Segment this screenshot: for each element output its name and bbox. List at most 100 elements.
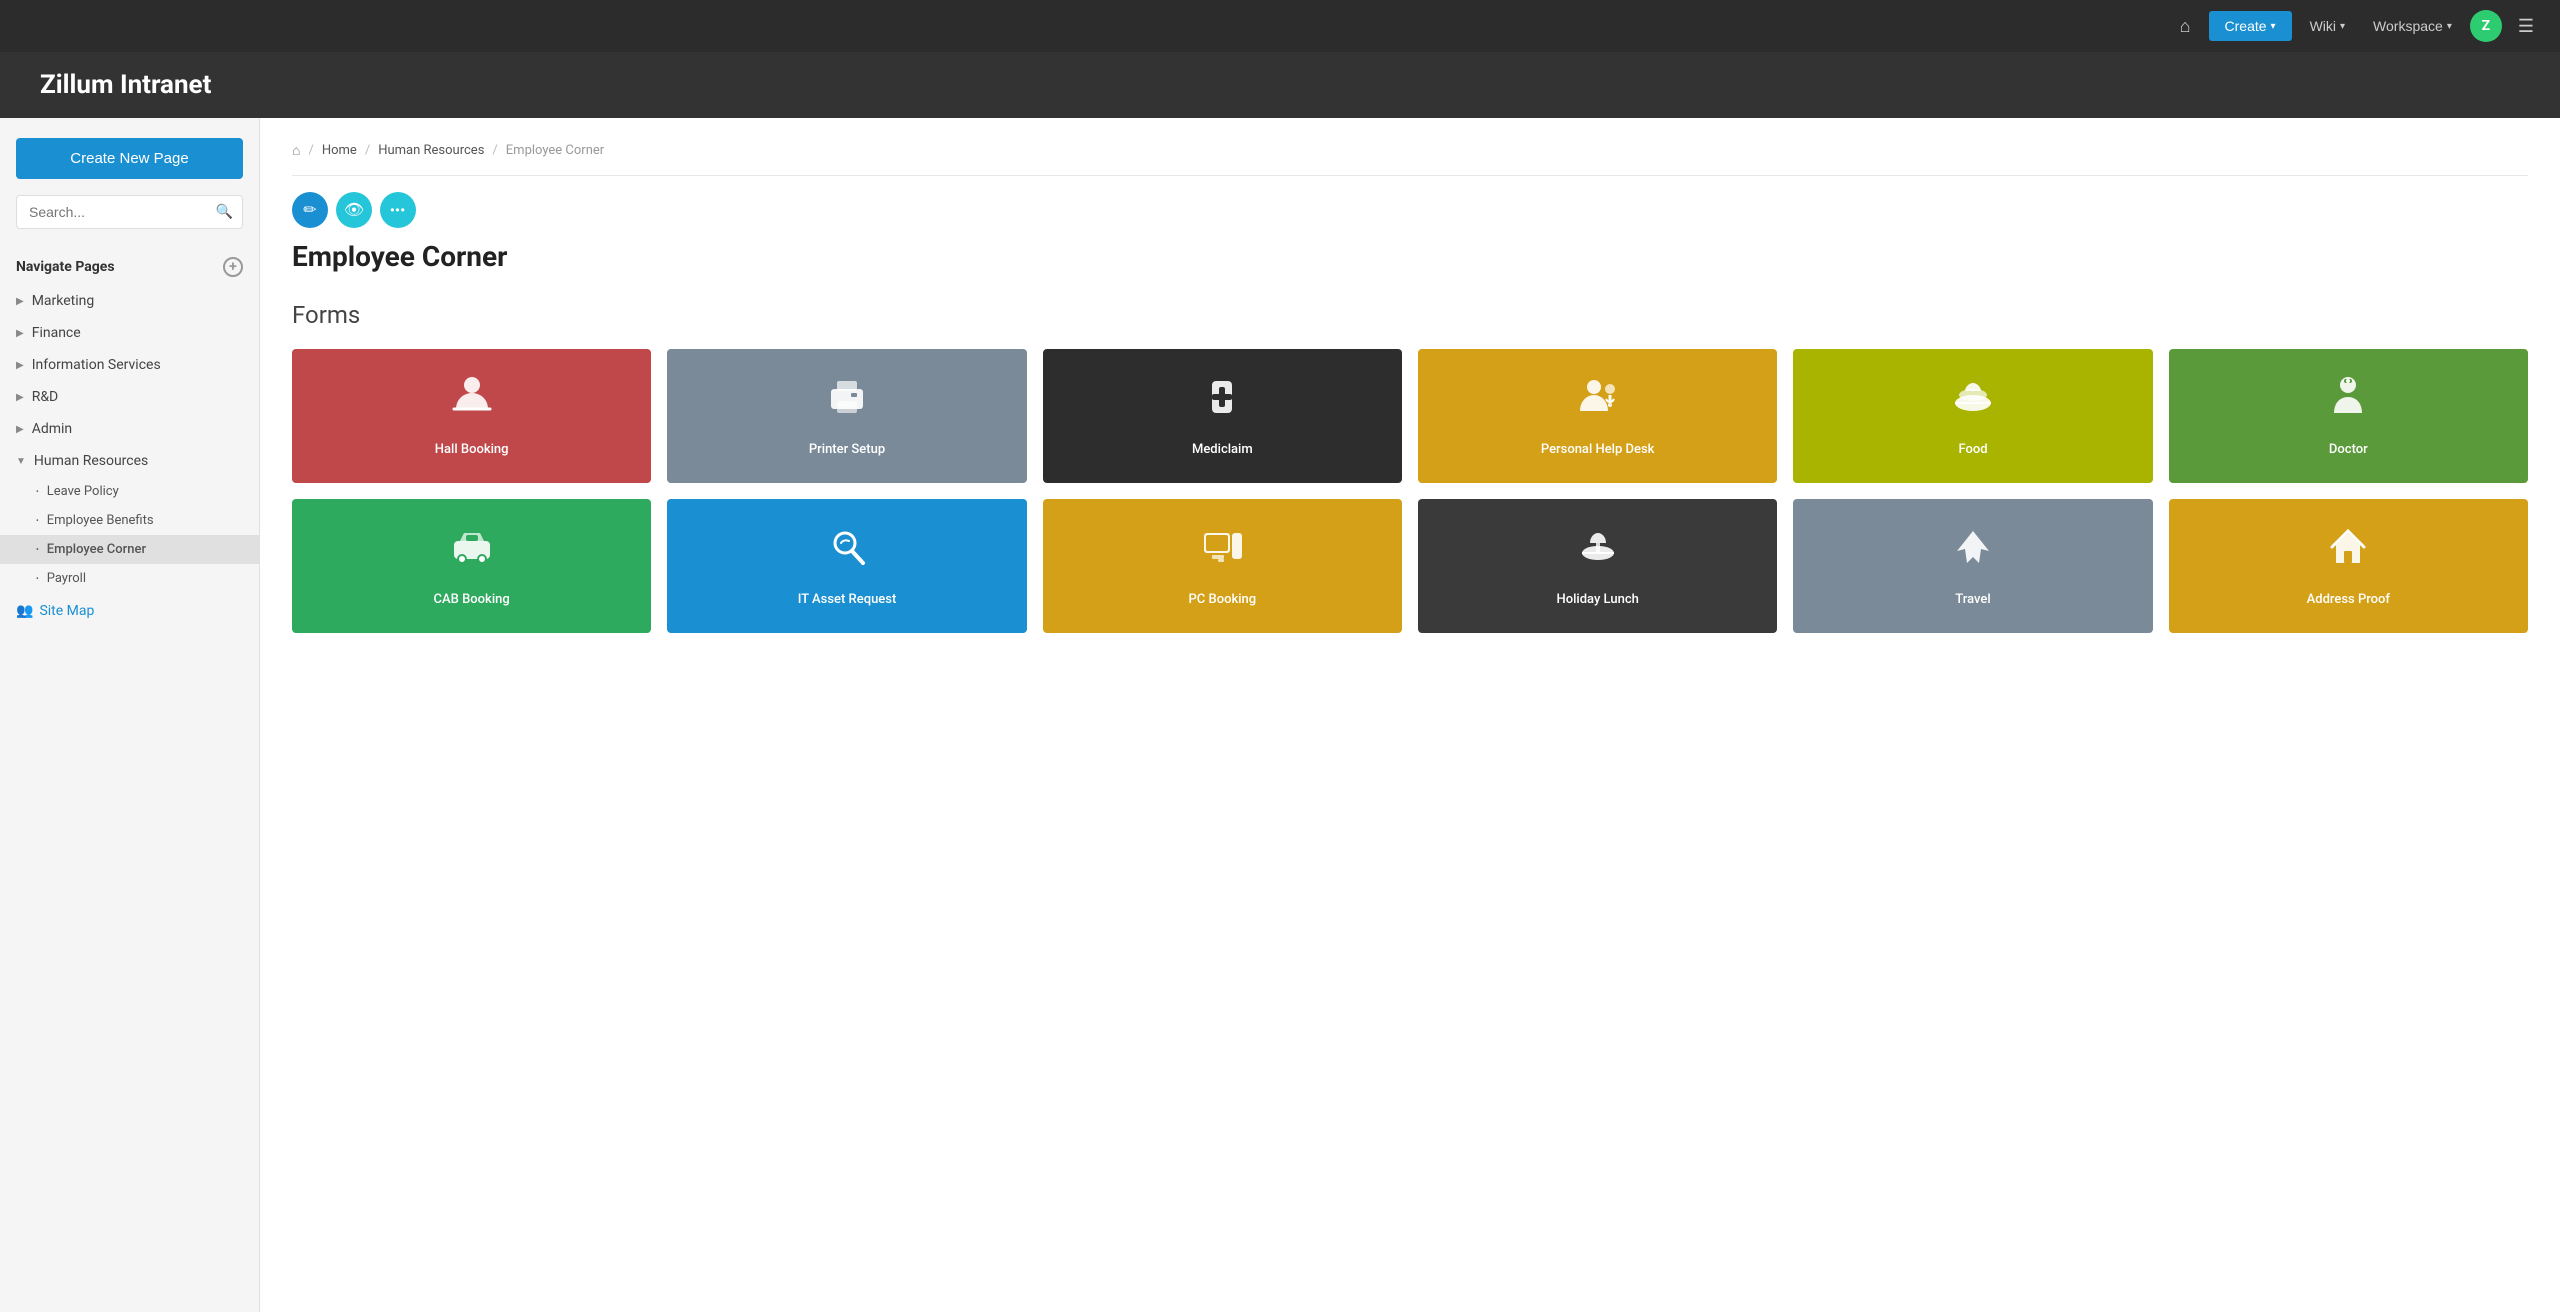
form-card-holiday-lunch[interactable]: Holiday Lunch: [1418, 499, 1777, 633]
workspace-caret: ▾: [2447, 21, 2452, 32]
breadcrumb-home-icon: ⌂: [292, 142, 300, 159]
personal-help-desk-icon: [1574, 373, 1622, 430]
breadcrumb-home[interactable]: Home: [322, 143, 357, 158]
form-card-pc-booking[interactable]: PC Booking: [1043, 499, 1402, 633]
main-layout: Create New Page 🔍 Navigate Pages + ▶ Mar…: [0, 118, 2560, 1312]
sidebar-item-human-resources[interactable]: ▼ Human Resources: [0, 445, 259, 477]
sidebar-item-label: Human Resources: [34, 453, 148, 469]
sidebar-subitem-employee-benefits[interactable]: • Employee Benefits: [0, 506, 259, 535]
hall-booking-icon: [448, 373, 496, 430]
sidebar-item-finance[interactable]: ▶ Finance: [0, 317, 259, 349]
workspace-label: Workspace: [2373, 18, 2443, 34]
arrow-icon: ▶: [16, 328, 24, 339]
breadcrumb: ⌂ / Home / Human Resources / Employee Co…: [292, 142, 2528, 176]
search-input[interactable]: [16, 195, 243, 229]
sidebar-item-rd[interactable]: ▶ R&D: [0, 381, 259, 413]
pc-booking-icon: [1198, 523, 1246, 580]
doctor-label: Doctor: [2329, 442, 2368, 459]
more-button[interactable]: •••: [380, 192, 416, 228]
forms-grid: Hall Booking Printer Setup: [292, 349, 2528, 633]
header-bar: Zillum Intranet: [0, 52, 2560, 118]
cab-booking-icon: [448, 523, 496, 580]
home-button[interactable]: ⌂: [2170, 10, 2201, 43]
travel-icon: [1949, 523, 1997, 580]
food-label: Food: [1958, 442, 1987, 459]
wiki-caret: ▾: [2340, 21, 2345, 32]
create-label: Create: [2225, 18, 2267, 34]
mediclaim-label: Mediclaim: [1192, 442, 1253, 459]
view-button[interactable]: 👁: [336, 192, 372, 228]
sidebar-subitem-label: Leave Policy: [47, 484, 119, 499]
create-caret: ▾: [2271, 21, 2276, 32]
sidebar-subitem-label: Payroll: [47, 571, 86, 586]
form-card-printer-setup[interactable]: Printer Setup: [667, 349, 1026, 483]
form-card-it-asset-request[interactable]: IT Asset Request: [667, 499, 1026, 633]
breadcrumb-current: Employee Corner: [506, 143, 604, 158]
bullet-icon: •: [36, 487, 39, 496]
create-button[interactable]: Create ▾: [2209, 11, 2292, 41]
sitemap-link[interactable]: 👥 Site Map: [0, 593, 259, 629]
form-card-mediclaim[interactable]: Mediclaim: [1043, 349, 1402, 483]
content-area: ⌂ / Home / Human Resources / Employee Co…: [260, 118, 2560, 1312]
form-card-travel[interactable]: Travel: [1793, 499, 2152, 633]
search-icon: 🔍: [216, 204, 233, 220]
sidebar-item-information-services[interactable]: ▶ Information Services: [0, 349, 259, 381]
wiki-nav[interactable]: Wiki ▾: [2300, 12, 2355, 40]
pc-booking-label: PC Booking: [1188, 592, 1256, 609]
it-asset-request-icon: [823, 523, 871, 580]
arrow-down-icon: ▼: [16, 456, 26, 467]
address-proof-icon: [2324, 523, 2372, 580]
sidebar-item-label: Information Services: [32, 357, 161, 373]
sidebar-subitem-leave-policy[interactable]: • Leave Policy: [0, 477, 259, 506]
personal-help-desk-label: Personal Help Desk: [1541, 442, 1655, 459]
printer-setup-label: Printer Setup: [809, 442, 885, 459]
sidebar-item-label: Finance: [32, 325, 81, 341]
nav-section-label: Navigate Pages: [16, 259, 115, 275]
arrow-icon: ▶: [16, 424, 24, 435]
hamburger-menu[interactable]: ☰: [2510, 10, 2542, 43]
nav-section-header: Navigate Pages +: [0, 249, 259, 285]
workspace-nav[interactable]: Workspace ▾: [2363, 12, 2462, 40]
arrow-icon: ▶: [16, 392, 24, 403]
holiday-lunch-label: Holiday Lunch: [1556, 592, 1638, 609]
sidebar-item-admin[interactable]: ▶ Admin: [0, 413, 259, 445]
breadcrumb-sep: /: [492, 143, 497, 158]
printer-setup-icon: [823, 373, 871, 430]
user-avatar[interactable]: Z: [2470, 10, 2502, 42]
forms-section-title: Forms: [292, 301, 2528, 329]
food-icon: [1949, 373, 1997, 430]
top-nav: ⌂ Create ▾ Wiki ▾ Workspace ▾ Z ☰: [0, 0, 2560, 52]
sidebar-subitem-employee-corner[interactable]: • Employee Corner: [0, 535, 259, 564]
form-card-cab-booking[interactable]: CAB Booking: [292, 499, 651, 633]
form-card-hall-booking[interactable]: Hall Booking: [292, 349, 651, 483]
cab-booking-label: CAB Booking: [434, 592, 510, 609]
sidebar: Create New Page 🔍 Navigate Pages + ▶ Mar…: [0, 118, 260, 1312]
wiki-label: Wiki: [2310, 18, 2336, 34]
add-nav-icon[interactable]: +: [223, 257, 243, 277]
form-card-doctor[interactable]: Doctor: [2169, 349, 2528, 483]
breadcrumb-sep: /: [308, 143, 313, 158]
form-card-address-proof[interactable]: Address Proof: [2169, 499, 2528, 633]
sidebar-subitem-label: Employee Corner: [47, 542, 146, 557]
sitemap-label: Site Map: [39, 603, 94, 619]
address-proof-label: Address Proof: [2307, 592, 2390, 609]
sidebar-subitem-label: Employee Benefits: [47, 513, 154, 528]
sidebar-subitem-payroll[interactable]: • Payroll: [0, 564, 259, 593]
form-card-personal-help-desk[interactable]: Personal Help Desk: [1418, 349, 1777, 483]
form-card-food[interactable]: Food: [1793, 349, 2152, 483]
search-container: 🔍: [16, 195, 243, 229]
doctor-icon: [2324, 373, 2372, 430]
sidebar-item-label: Admin: [32, 421, 72, 437]
breadcrumb-hr[interactable]: Human Resources: [378, 143, 484, 158]
bullet-icon: •: [36, 516, 39, 525]
sidebar-item-label: Marketing: [32, 293, 95, 309]
sidebar-item-marketing[interactable]: ▶ Marketing: [0, 285, 259, 317]
mediclaim-icon: [1198, 373, 1246, 430]
edit-button[interactable]: ✏: [292, 192, 328, 228]
site-title: Zillum Intranet: [40, 70, 2520, 100]
travel-label: Travel: [1955, 592, 1990, 609]
sidebar-item-label: R&D: [32, 389, 59, 405]
bullet-icon: •: [36, 545, 39, 554]
sidebar-create-button[interactable]: Create New Page: [16, 138, 243, 179]
bullet-icon: •: [36, 574, 39, 583]
